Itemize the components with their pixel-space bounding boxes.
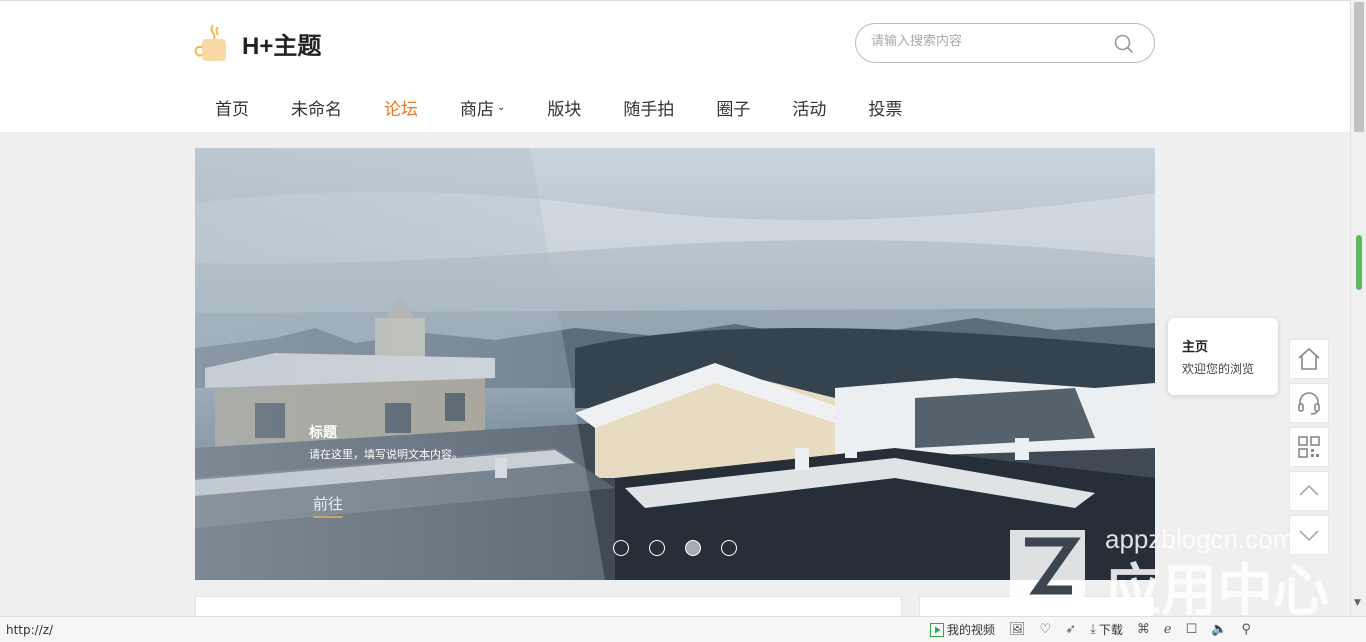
- site-title: H+主题: [242, 32, 322, 60]
- arrow-up-icon: [1299, 484, 1319, 496]
- site-logo[interactable]: H+主题: [194, 23, 321, 63]
- customer-service-button[interactable]: [1289, 383, 1329, 423]
- watermark-brand: 应用中心: [1105, 559, 1329, 615]
- nav-item-label: 论坛: [384, 100, 418, 120]
- nav-item-3[interactable]: 商店 ⌄: [439, 85, 526, 130]
- search-icon[interactable]: [1114, 34, 1134, 54]
- nav-item-6[interactable]: 圈子: [695, 85, 771, 130]
- search-box[interactable]: [855, 23, 1155, 63]
- slide-indicators: [613, 540, 737, 556]
- hero-banner[interactable]: 标题 请在这里，填写说明文本内容。 前往: [195, 148, 1155, 580]
- video-play-icon: [930, 622, 944, 637]
- side-tooltip: 主页 欢迎您的浏览: [1168, 318, 1278, 395]
- slide-dot-1[interactable]: [613, 540, 629, 556]
- home-icon: [1298, 347, 1320, 370]
- my-video-button[interactable]: 我的视频: [930, 621, 995, 638]
- qrcode-button[interactable]: [1289, 427, 1329, 467]
- qrcode-icon: [1298, 436, 1320, 458]
- nav-item-5[interactable]: 随手拍: [602, 85, 695, 130]
- slide-dot-2[interactable]: [649, 540, 665, 556]
- nav-item-2[interactable]: 论坛: [363, 85, 439, 130]
- watermark: appzblogcn.com 应用中心: [1010, 524, 1329, 615]
- search-input[interactable]: [871, 34, 1101, 49]
- nav-item-0[interactable]: 首页: [194, 85, 270, 130]
- nav-item-label: 圈子: [716, 100, 751, 120]
- scroll-down-arrow-icon[interactable]: ▼: [1354, 598, 1361, 608]
- nav-item-7[interactable]: 活动: [771, 85, 847, 130]
- gamepad-icon: ⌘: [1136, 622, 1150, 637]
- download-button[interactable]: ⤓ 下载: [1090, 621, 1123, 638]
- home-button[interactable]: [1289, 339, 1329, 379]
- download-label: 下载: [1098, 623, 1123, 637]
- scroll-thumb[interactable]: [1354, 2, 1364, 132]
- banner-caption: 标题 请在这里，填写说明文本内容。: [309, 422, 463, 462]
- slide-dot-4[interactable]: [721, 540, 737, 556]
- banner-caption-title: 标题: [309, 425, 337, 441]
- scroll-up-button[interactable]: [1289, 471, 1329, 511]
- ie-icon: ℯ: [1163, 622, 1172, 637]
- page-scrollbar[interactable]: ▼: [1350, 0, 1366, 616]
- magnifier-icon: ⚲: [1241, 622, 1251, 637]
- main-nav: 首页 未命名 论坛 商店 ⌄ 版块 随手拍 圈子 活动 投票: [194, 85, 923, 130]
- tooltip-title: 主页: [1182, 340, 1209, 355]
- site-header: H+主题 首页 未命名 论坛 商店⌄ 版块 随手拍 圈子 活动 投票: [0, 0, 1350, 132]
- health-button[interactable]: ♡: [1040, 622, 1052, 637]
- nav-item-1[interactable]: 未命名: [270, 85, 363, 130]
- gamepad-button[interactable]: ⌘: [1137, 622, 1150, 637]
- nav-item-label: 活动: [792, 100, 827, 120]
- window-button[interactable]: ☐: [1186, 622, 1198, 637]
- download-icon: ⤓: [1090, 622, 1096, 637]
- nav-item-8[interactable]: 投票: [847, 85, 923, 130]
- coffee-cup-icon: [194, 24, 226, 61]
- nav-item-label: 首页: [215, 100, 249, 120]
- tooltip-subtitle: 欢迎您的浏览: [1182, 362, 1255, 376]
- browser-status-bar: http://z/ 我的视频 🖼 ♡ ➶ ⤓ 下载 ⌘ ℯ ☐ 🔈 ⚲: [0, 616, 1366, 642]
- window-icon: ☐: [1185, 622, 1198, 637]
- speedup-button[interactable]: ➶: [1065, 622, 1076, 637]
- my-video-label: 我的视频: [947, 623, 996, 637]
- nav-item-4[interactable]: 版块: [526, 85, 602, 130]
- chevron-down-icon: ⌄: [497, 102, 506, 113]
- headset-icon: [1298, 392, 1320, 415]
- sound-button[interactable]: 🔈: [1211, 622, 1227, 637]
- nav-item-label: 随手拍: [623, 100, 675, 120]
- nav-item-label: 商店: [460, 100, 494, 120]
- nav-item-label: 未命名: [291, 100, 342, 120]
- nav-item-label: 投票: [868, 100, 903, 120]
- rocket-icon: ➶: [1065, 622, 1077, 637]
- nav-item-label: 版块: [547, 100, 582, 120]
- scroll-position-indicator: [1356, 235, 1362, 290]
- banner-caption-desc: 请在这里，填写说明文本内容。: [309, 448, 463, 461]
- banner-cta-button[interactable]: 前往: [313, 493, 344, 518]
- status-tools: 我的视频 🖼 ♡ ➶ ⤓ 下载 ⌘ ℯ ☐ 🔈 ⚲: [930, 621, 1251, 638]
- zoom-button[interactable]: ⚲: [1241, 622, 1251, 637]
- speaker-icon: 🔈: [1211, 622, 1228, 637]
- ie-mode-button[interactable]: ℯ: [1164, 622, 1172, 637]
- heartbeat-icon: ♡: [1039, 622, 1052, 637]
- slide-dot-3[interactable]: [685, 540, 701, 556]
- screenshot-button[interactable]: 🖼: [1009, 622, 1026, 637]
- watermark-domain: appzblogcn.com: [1105, 524, 1294, 554]
- status-url: http://z/: [6, 623, 54, 637]
- image-icon: 🖼: [1009, 622, 1026, 637]
